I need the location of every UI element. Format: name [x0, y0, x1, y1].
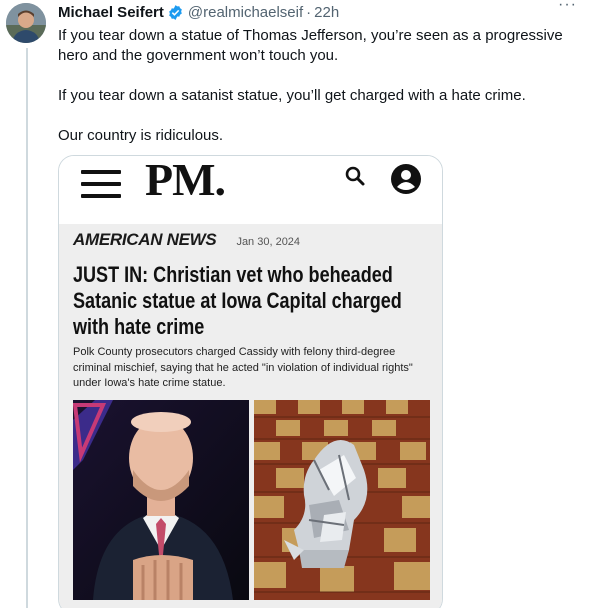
tweet-timestamp[interactable]: 22h — [314, 4, 339, 21]
article-date: Jan 30, 2024 — [236, 236, 301, 248]
article-headline: JUST IN: Christian vet who beheaded Sata… — [73, 262, 402, 339]
toppled-statue-photo — [254, 400, 430, 600]
tweet-paragraph-2: If you tear down a satanist statue, you’… — [58, 87, 526, 104]
search-icon — [343, 164, 367, 188]
article-preview: AMERICAN NEWS Jan 30, 2024 JUST IN: Chri… — [59, 224, 442, 608]
more-options-icon[interactable]: ··· — [558, 0, 577, 14]
pm-site-header: PM. — [59, 155, 442, 224]
author-handle[interactable]: @realmichaelseif — [188, 4, 303, 21]
article-summary: Polk County prosecutors charged Cassidy … — [73, 346, 413, 389]
author-avatar[interactable] — [6, 3, 46, 43]
thread-line — [26, 48, 28, 608]
tweet-header: Michael Seifert @realmichaelseif · 22h ·… — [58, 0, 577, 22]
verified-badge-icon — [167, 4, 184, 21]
author-name[interactable]: Michael Seifert — [58, 4, 164, 21]
hamburger-menu-icon — [81, 166, 123, 202]
tweet-text: If you tear down a statue of Thomas Jeff… — [58, 26, 578, 146]
tweet-paragraph-1: If you tear down a statue of Thomas Jeff… — [58, 27, 563, 64]
article-section: AMERICAN NEWS — [73, 230, 217, 249]
separator-dot: · — [306, 3, 312, 21]
account-icon — [389, 162, 423, 196]
attached-image-card[interactable]: PM. AMERICAN NEWS Jan 30, 2024 JUST IN: … — [58, 155, 443, 608]
man-in-suit-photo — [73, 400, 249, 600]
pm-logo: PM. — [145, 155, 226, 205]
tweet-paragraph-3: Our country is ridiculous. — [58, 127, 224, 144]
